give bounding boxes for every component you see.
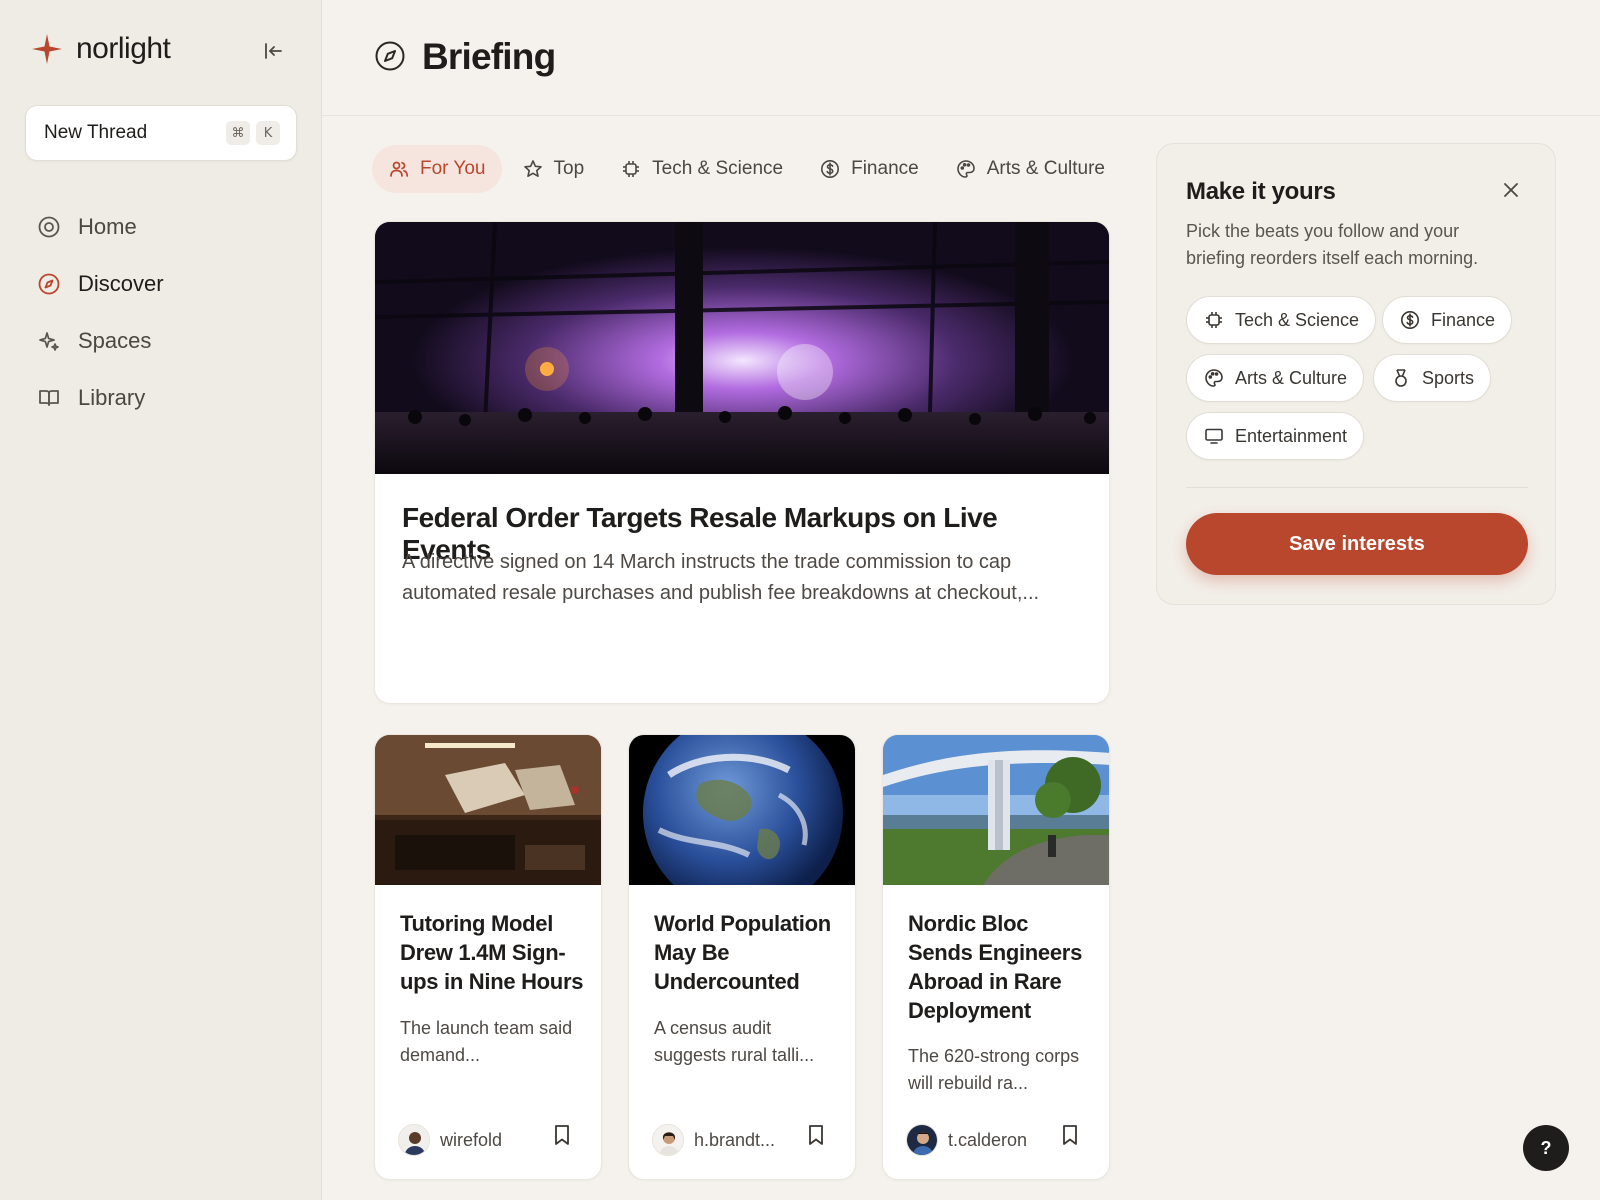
sidebar-nav: Home Discover Spaces Library bbox=[36, 198, 296, 426]
tab-top[interactable]: Top bbox=[506, 145, 601, 193]
close-icon[interactable] bbox=[1497, 176, 1525, 204]
chip-icon bbox=[1203, 309, 1225, 331]
collapse-sidebar-icon[interactable] bbox=[260, 38, 286, 64]
category-tabs: For You Top Tech & Science Finance Arts … bbox=[372, 144, 1132, 194]
interests-panel: Make it yours Pick the beats you follow … bbox=[1156, 143, 1556, 605]
home-icon bbox=[36, 214, 62, 240]
sparkles-icon bbox=[36, 328, 62, 354]
interest-chip-sports[interactable]: Sports bbox=[1373, 354, 1492, 402]
chip-icon bbox=[620, 158, 642, 180]
sidebar-item-label: Spaces bbox=[78, 327, 152, 353]
dollar-icon bbox=[1399, 309, 1421, 331]
tab-label: Arts & Culture bbox=[986, 158, 1105, 179]
tab-finance[interactable]: Finance bbox=[803, 145, 935, 193]
article-author[interactable]: wirefold bbox=[398, 1124, 502, 1156]
author-name: h.brandt... bbox=[694, 1129, 776, 1150]
bookmark-icon[interactable] bbox=[550, 1123, 574, 1147]
article-summary: A census audit suggests rural talli... bbox=[654, 1018, 815, 1065]
article-author[interactable]: t.calderon bbox=[906, 1124, 1027, 1156]
chip-label: Arts & Culture bbox=[1235, 367, 1348, 388]
sidebar-item-home[interactable]: Home bbox=[36, 198, 296, 255]
sidebar-item-label: Discover bbox=[78, 270, 164, 296]
page-title: Briefing bbox=[422, 36, 556, 77]
palette-icon bbox=[955, 158, 977, 180]
chip-label: Sports bbox=[1422, 367, 1475, 388]
featured-article-card[interactable]: Federal Order Targets Resale Markups on … bbox=[374, 221, 1110, 704]
sidebar-item-library[interactable]: Library bbox=[36, 369, 296, 426]
earth-image bbox=[629, 735, 855, 885]
interest-chip-entertainment[interactable]: Entertainment bbox=[1186, 412, 1365, 460]
new-thread-button[interactable]: New Thread ⌘ K bbox=[25, 105, 297, 161]
concert-image bbox=[375, 222, 1109, 474]
bookmark-icon[interactable] bbox=[804, 1123, 828, 1147]
shortcut-key: K bbox=[256, 121, 280, 145]
tab-tech-science[interactable]: Tech & Science bbox=[604, 145, 799, 193]
article-card[interactable]: Tutoring Model Drew 1.4M Sign-ups in Nin… bbox=[374, 734, 602, 1180]
article-card[interactable]: Nordic Bloc Sends Engineers Abroad in Ra… bbox=[882, 734, 1110, 1180]
interest-chip-arts-culture[interactable]: Arts & Culture bbox=[1186, 354, 1365, 402]
bookmark-icon[interactable] bbox=[1058, 1123, 1082, 1147]
avatar bbox=[398, 1124, 430, 1156]
article-title: World Population May Be Undercounted bbox=[654, 911, 831, 994]
article-title: Tutoring Model Drew 1.4M Sign-ups in Nin… bbox=[400, 911, 584, 994]
sidebar-item-spaces[interactable]: Spaces bbox=[36, 312, 296, 369]
compass-icon bbox=[374, 40, 406, 72]
star-icon bbox=[522, 158, 544, 180]
page-header: Briefing bbox=[322, 0, 1600, 116]
palette-icon bbox=[1203, 367, 1225, 389]
article-summary: The 620-strong corps will rebuild ra... bbox=[908, 1046, 1080, 1093]
interest-chip-finance[interactable]: Finance bbox=[1382, 296, 1513, 344]
article-summary: The launch team said demand... bbox=[400, 1018, 573, 1065]
article-author[interactable]: h.brandt... bbox=[652, 1124, 775, 1156]
book-icon bbox=[36, 385, 62, 411]
author-name: wirefold bbox=[440, 1129, 503, 1150]
help-button[interactable]: ? bbox=[1523, 1125, 1569, 1171]
medal-icon bbox=[1390, 367, 1412, 389]
chip-label: Tech & Science bbox=[1235, 309, 1360, 330]
tab-label: Tech & Science bbox=[652, 158, 784, 179]
chip-label: Finance bbox=[1431, 309, 1496, 330]
chip-label: Entertainment bbox=[1235, 425, 1348, 446]
new-thread-label: New Thread bbox=[44, 122, 148, 143]
avatar bbox=[652, 1124, 684, 1156]
tab-arts-culture[interactable]: Arts & Culture bbox=[939, 145, 1121, 193]
tab-label: Top bbox=[553, 158, 585, 179]
brand-name: norlight bbox=[76, 32, 171, 65]
article-title: Nordic Bloc Sends Engineers Abroad in Ra… bbox=[908, 911, 1083, 1023]
tab-label: For You bbox=[420, 158, 486, 179]
sidebar: norlight New Thread ⌘ K Home Discover Sp… bbox=[0, 0, 322, 1200]
avatar bbox=[906, 1124, 938, 1156]
shortcut-mod-key: ⌘ bbox=[226, 121, 250, 145]
users-icon bbox=[388, 158, 410, 180]
panel-title: Make it yours bbox=[1186, 178, 1336, 205]
featured-article-summary: A directive signed on 14 March instructs… bbox=[402, 551, 1040, 604]
main-content: Briefing For You Top Tech & Science Fina… bbox=[322, 0, 1600, 1200]
tab-sports[interactable] bbox=[1125, 145, 1132, 193]
tab-for-you[interactable]: For You bbox=[372, 145, 502, 193]
sidebar-item-discover[interactable]: Discover bbox=[36, 255, 296, 312]
article-card[interactable]: World Population May Be Undercounted A c… bbox=[628, 734, 856, 1180]
sidebar-item-label: Library bbox=[78, 384, 146, 410]
studio-image bbox=[375, 735, 601, 885]
author-name: t.calderon bbox=[948, 1129, 1028, 1150]
tab-label: Finance bbox=[851, 158, 919, 179]
save-interests-button[interactable]: Save interests bbox=[1186, 513, 1528, 575]
sparkle-icon bbox=[30, 32, 64, 66]
sidebar-item-label: Home bbox=[78, 213, 137, 239]
panel-divider bbox=[1186, 487, 1528, 488]
panel-description: Pick the beats you follow and your brief… bbox=[1186, 221, 1479, 268]
brand[interactable]: norlight bbox=[30, 32, 171, 66]
monitor-icon bbox=[1203, 425, 1225, 447]
interest-chip-tech-science[interactable]: Tech & Science bbox=[1186, 296, 1377, 344]
compass-icon bbox=[36, 271, 62, 297]
dollar-icon bbox=[819, 158, 841, 180]
bridge-image bbox=[883, 735, 1109, 885]
